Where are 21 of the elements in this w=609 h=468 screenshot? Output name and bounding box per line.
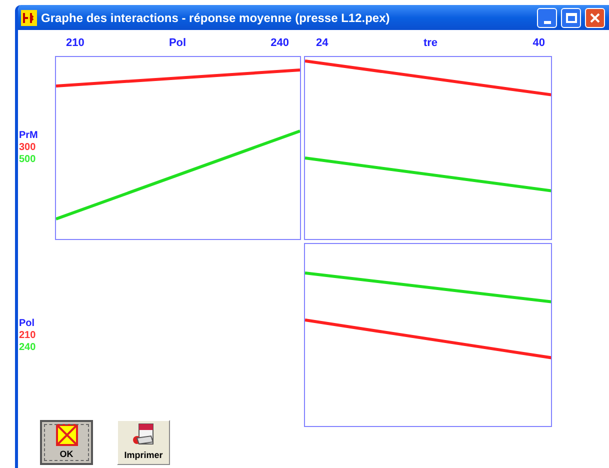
- axis-max-label: 240: [270, 36, 289, 51]
- legend-label: 300: [19, 142, 37, 154]
- legend-label: 210: [19, 330, 37, 342]
- ok-button[interactable]: OK: [40, 420, 93, 465]
- axis-min-label: 210: [66, 36, 84, 51]
- minimize-button[interactable]: [537, 8, 557, 28]
- cancel-icon: [56, 424, 78, 446]
- axis-min-label: 24: [316, 36, 328, 51]
- print-button[interactable]: Imprimer: [117, 420, 170, 465]
- legend-title: PrM: [19, 130, 39, 142]
- axis-max-label: 40: [532, 36, 545, 51]
- legend-label: 240: [19, 342, 37, 354]
- app-icon: [21, 10, 37, 26]
- maximize-button[interactable]: [561, 8, 581, 28]
- close-button[interactable]: [585, 8, 605, 28]
- close-icon: [590, 12, 600, 22]
- axis-title: Pol: [168, 36, 186, 51]
- axis-title: tre: [423, 36, 438, 51]
- window-title: Graphe des interactions - réponse moyenne (presse L12.pex): [41, 10, 391, 26]
- legend-label: 500: [19, 154, 37, 166]
- legend-title: Pol: [19, 318, 36, 330]
